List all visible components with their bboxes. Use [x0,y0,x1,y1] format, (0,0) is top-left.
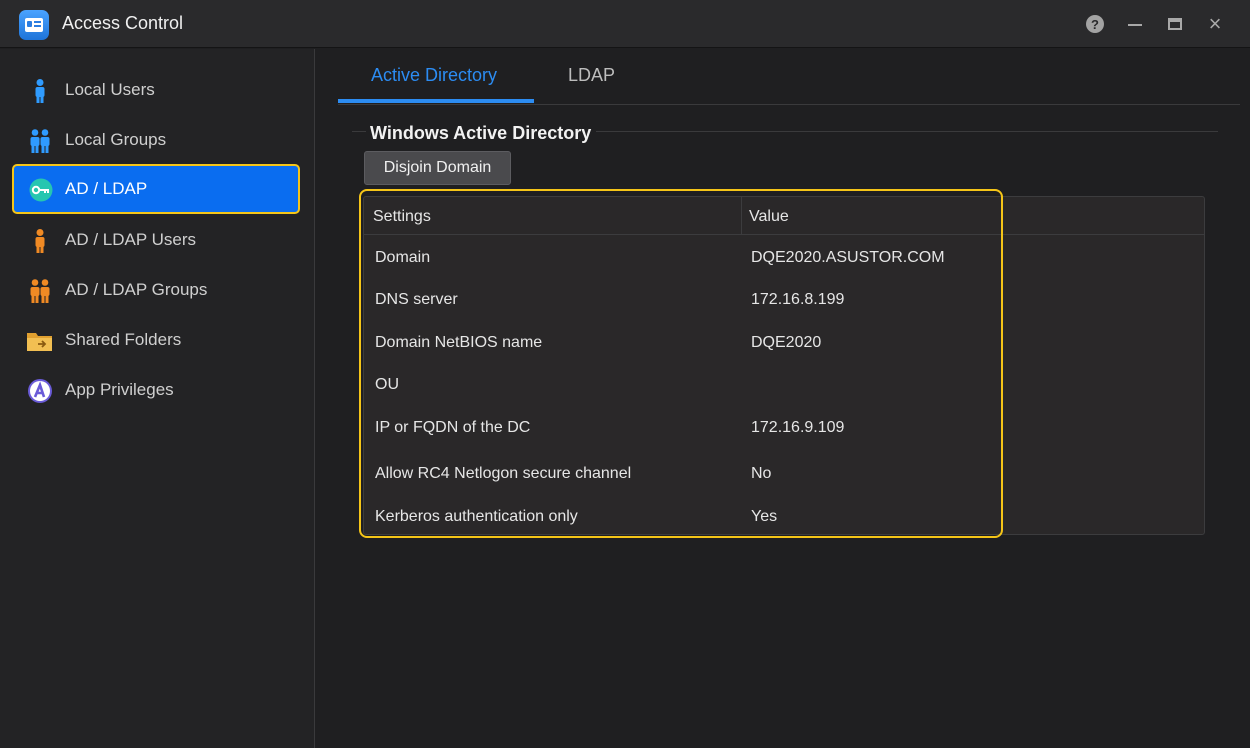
table-row[interactable]: Kerberos authentication only Yes [364,502,1204,532]
help-button[interactable]: ? [1085,14,1105,34]
section-divider [352,131,366,132]
sidebar-item-ad-ldap[interactable]: AD / LDAP [12,164,300,214]
column-header-value[interactable]: Value [749,208,789,226]
table-row[interactable]: Domain DQE2020.ASUSTOR.COM [364,243,1204,273]
sidebar-item-label: App Privileges [65,380,174,399]
window-title: Access Control [62,13,184,33]
table-row[interactable]: Allow RC4 Netlogon secure channel No [364,459,1204,489]
key-icon [27,177,55,203]
section-title: Windows Active Directory [370,123,592,143]
setting-name: IP or FQDN of the DC [375,419,531,436]
tab-active-directory[interactable]: Active Directory [371,65,497,86]
setting-name: DNS server [375,291,458,308]
column-header-settings[interactable]: Settings [373,208,431,226]
close-button[interactable]: × [1205,11,1225,36]
sidebar-item-label: AD / LDAP Users [65,230,197,249]
sidebar-item-label: AD / LDAP Groups [65,280,208,299]
close-icon: × [1208,11,1222,36]
sidebar-item-local-users[interactable]: Local Users [12,66,300,114]
sidebar-item-label: Local Users [65,80,155,99]
sidebar-item-shared-folders[interactable]: Shared Folders [12,316,300,364]
disjoin-domain-button[interactable]: Disjoin Domain [364,151,511,185]
table-row[interactable]: OU [364,370,1204,400]
table-row[interactable]: IP or FQDN of the DC 172.16.9.109 [364,413,1204,443]
setting-name: Domain NetBIOS name [375,334,543,351]
table-row[interactable]: DNS server 172.16.8.199 [364,285,1204,315]
main-panel: Active Directory LDAP Windows Active Dir… [316,49,1250,748]
table-row[interactable]: Domain NetBIOS name DQE2020 [364,328,1204,358]
column-divider[interactable] [741,197,742,235]
maximize-icon [1168,18,1182,30]
help-icon: ? [1086,15,1104,33]
setting-name: Domain [375,249,431,266]
active-tab-indicator [338,99,534,103]
ad-group-icon [26,278,54,304]
sidebar-item-ad-ldap-users[interactable]: AD / LDAP Users [12,216,300,264]
access-control-app-icon [19,10,49,40]
minimize-icon [1128,24,1142,26]
maximize-button[interactable] [1165,14,1185,34]
setting-value: Yes [751,508,778,525]
user-icon [26,78,54,104]
sidebar-item-label: Local Groups [65,130,167,149]
settings-table: Settings Value Domain DQE2020.ASUSTOR.CO… [363,196,1205,535]
sidebar: Local Users Local Groups AD / LDAP AD / … [0,49,315,748]
section-divider [596,131,1218,132]
sidebar-item-local-groups[interactable]: Local Groups [12,116,300,164]
setting-value: DQE2020 [751,334,822,351]
tab-bar: Active Directory LDAP [338,49,1240,105]
users-group-icon [26,128,54,154]
setting-value: No [751,465,772,482]
folder-icon [26,328,54,354]
tab-ldap[interactable]: LDAP [568,65,615,86]
setting-value: 172.16.8.199 [751,291,845,308]
title-bar: Access Control ? × [0,0,1250,48]
minimize-button[interactable] [1125,14,1145,34]
ad-user-icon [26,228,54,254]
sidebar-item-label: Shared Folders [65,330,182,349]
sidebar-item-ad-ldap-groups[interactable]: AD / LDAP Groups [12,266,300,314]
sidebar-item-label: AD / LDAP [65,179,148,198]
table-header: Settings Value [364,197,1204,235]
setting-value: DQE2020.ASUSTOR.COM [751,249,945,266]
setting-name: Allow RC4 Netlogon secure channel [375,465,632,482]
sidebar-item-app-privileges[interactable]: App Privileges [12,366,300,414]
setting-name: Kerberos authentication only [375,508,578,525]
setting-name: OU [375,376,399,393]
setting-value: 172.16.9.109 [751,419,845,436]
app-privileges-icon [26,378,54,404]
